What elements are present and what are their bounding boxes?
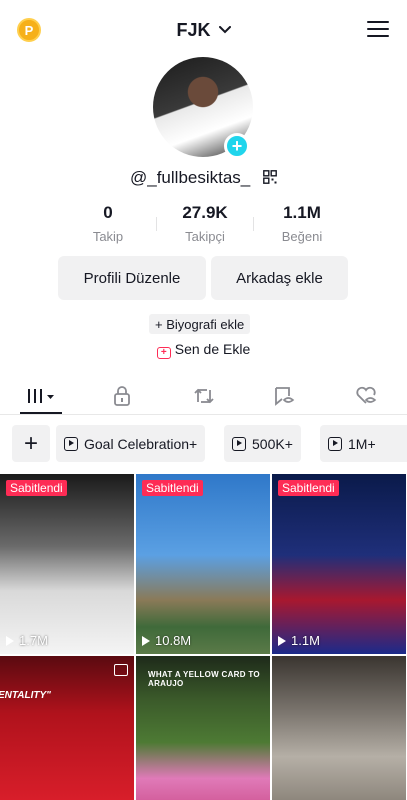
add-yours-button[interactable]: + Sen de Ekle — [0, 341, 407, 359]
add-friend-button[interactable]: Arkadaş ekle — [211, 256, 348, 300]
playlist-row: + Goal Celebration+ 500K+ 1M+ — [0, 425, 407, 463]
stat-label: Takipçi — [185, 229, 225, 244]
stat-following[interactable]: 0 Takip — [60, 203, 156, 244]
grid-icon — [28, 389, 54, 403]
video-caption: WHAT A YELLOW CARD TO ARAUJO — [148, 670, 260, 688]
active-tab-indicator — [20, 412, 62, 414]
repost-icon — [194, 388, 214, 404]
add-yours-icon: + — [156, 347, 171, 359]
plus-icon: + — [23, 429, 38, 457]
add-bio-button[interactable]: + Biyografi ekle — [149, 314, 251, 334]
add-avatar-plus-icon[interactable]: + — [224, 133, 250, 159]
stat-label: Beğeni — [281, 229, 323, 244]
stat-label: Takip — [92, 229, 124, 244]
stat-value: 1.1M — [283, 203, 321, 222]
username: @_fullbesiktas_ — [130, 168, 251, 187]
add-playlist-button[interactable]: + — [12, 425, 50, 462]
view-count: 1.7M — [6, 633, 48, 648]
menu-icon[interactable] — [367, 21, 389, 39]
bookmark-hidden-icon — [275, 387, 295, 406]
video-thumbnail[interactable]: Sabitlendi 10.8M — [136, 474, 270, 654]
play-icon — [278, 635, 286, 646]
playlist-label: 500K+ — [252, 435, 293, 452]
playlist-label: Goal Celebration+ — [84, 435, 198, 452]
video-grid: Sabitlendi 1.7M Sabitlendi 10.8M Sabitle… — [0, 474, 407, 800]
account-title: FJK — [176, 20, 211, 40]
playlist-chip[interactable]: 1M+ — [320, 425, 407, 462]
video-thumbnail[interactable]: ENTALITY" — [0, 656, 134, 800]
stat-followers[interactable]: 27.9K Takipçi — [157, 203, 253, 244]
tab-reposts[interactable] — [184, 378, 224, 414]
stat-likes[interactable]: 1.1M Beğeni — [254, 203, 350, 244]
pinned-badge: Sabitlendi — [6, 480, 67, 496]
stat-value: 0 — [103, 203, 113, 222]
stat-value: 27.9K — [182, 203, 228, 222]
qr-code-icon[interactable] — [263, 169, 277, 184]
tab-private[interactable] — [102, 378, 142, 414]
tab-videos[interactable] — [20, 378, 62, 414]
video-caption: ENTALITY" — [0, 690, 51, 701]
playlist-icon — [328, 436, 342, 451]
pinned-badge: Sabitlendi — [142, 480, 203, 496]
video-thumbnail[interactable]: WHAT A YELLOW CARD TO ARAUJO — [136, 656, 270, 800]
lock-icon — [114, 386, 130, 406]
stats-row: 0 Takip 27.9K Takipçi 1.1M Beğeni — [60, 203, 350, 244]
top-bar: P FJK — [0, 0, 407, 60]
photo-icon — [114, 664, 128, 676]
add-yours-label: Sen de Ekle — [174, 341, 251, 357]
playlist-label: 1M+ — [348, 435, 376, 452]
heart-hidden-icon — [356, 386, 377, 404]
tab-liked[interactable] — [346, 378, 386, 414]
chevron-down-icon — [218, 18, 231, 39]
playlist-icon — [232, 436, 246, 451]
play-icon — [6, 635, 14, 646]
video-thumbnail[interactable]: Sabitlendi 1.1M — [272, 474, 406, 654]
tab-favorites[interactable] — [264, 378, 304, 414]
edit-profile-button[interactable]: Profili Düzenle — [58, 256, 206, 300]
view-count: 10.8M — [142, 633, 191, 648]
username-row: @_fullbesiktas_ — [0, 168, 407, 188]
pinned-badge: Sabitlendi — [278, 480, 339, 496]
video-thumbnail[interactable] — [272, 656, 406, 800]
profile-tabs — [0, 378, 407, 415]
view-count: 1.1M — [278, 633, 320, 648]
play-icon — [142, 635, 150, 646]
playlist-chip[interactable]: 500K+ — [224, 425, 301, 462]
account-switcher[interactable]: FJK — [0, 18, 407, 41]
playlist-icon — [64, 436, 78, 451]
playlist-chip[interactable]: Goal Celebration+ — [56, 425, 206, 462]
video-thumbnail[interactable]: Sabitlendi 1.7M — [0, 474, 134, 654]
